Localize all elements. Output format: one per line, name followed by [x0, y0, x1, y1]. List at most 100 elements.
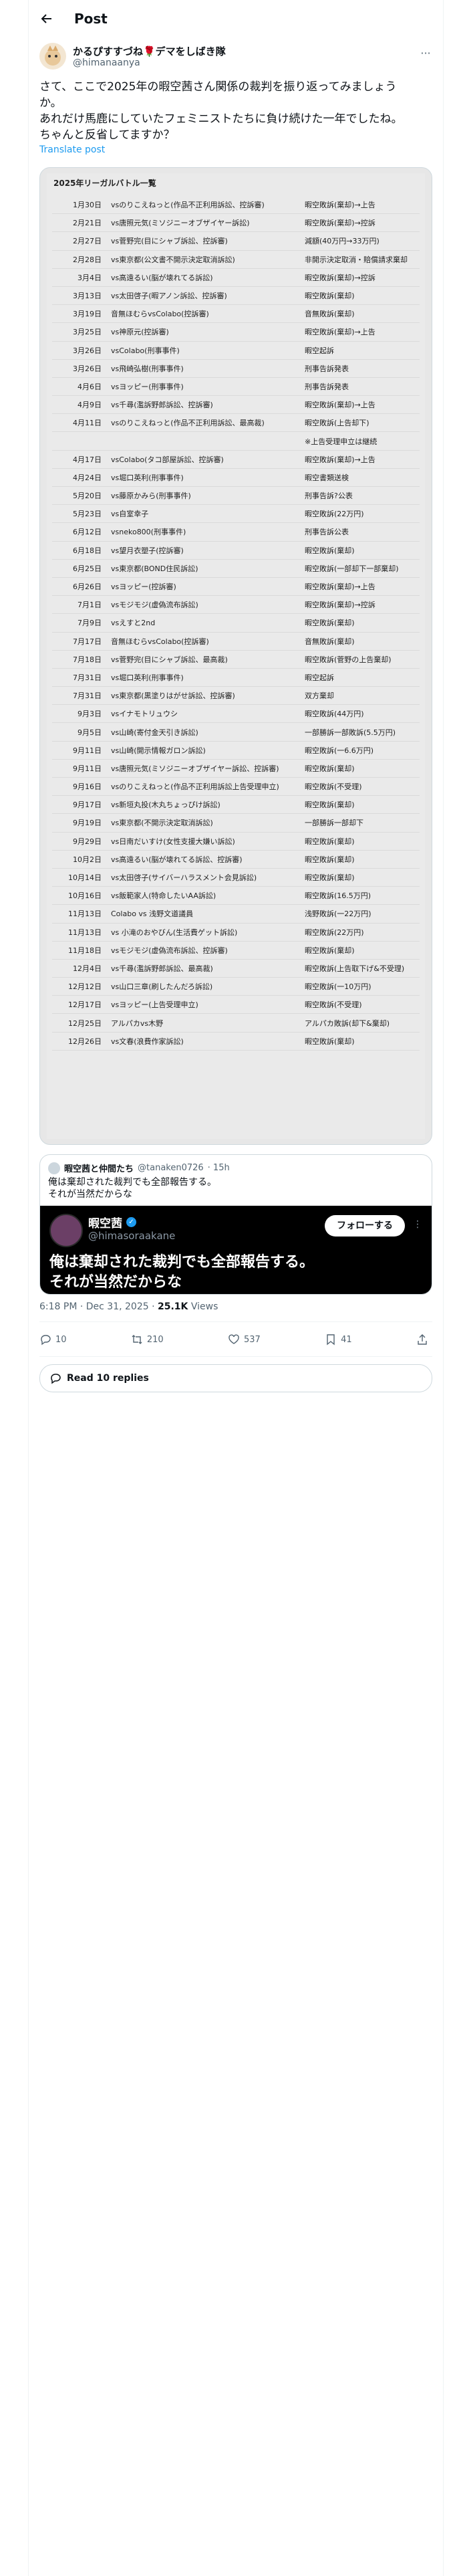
row-date: 7月31日: [73, 691, 102, 701]
action-bar: 10 210 537 41: [39, 1329, 432, 1350]
row-date: 9月16日: [73, 782, 102, 792]
row-result: 刑事告訴発表: [305, 364, 349, 373]
row-result: 暇空敗訴(不受理): [305, 782, 362, 792]
legal-battle-table: 2025年リーガルバトル一覧 1月30日 vsのりこえねっと(作品不正利用訴訟、控…: [47, 173, 425, 1139]
table-rows: 1月30日 vsのりこえねっと(作品不正利用訴訟、控訴審) 暇空敗訴(棄却)→上告 2…: [52, 196, 420, 1051]
post-line: さて、ここで2025年の暇空茜さん関係の裁判を振り返ってみましょう: [39, 80, 397, 94]
post-column: Post かるぴすすづね🌹デマをしばき隊 @himanaanya ··· さて、…: [28, 0, 444, 2576]
row-date: 9月17日: [73, 800, 102, 810]
row-result: 暇空敗訴(棄却)→上告: [305, 455, 375, 464]
like-button[interactable]: 537: [228, 1333, 261, 1346]
post-timestamp[interactable]: 6:18 PM · Dec 31, 2025 ·: [39, 1301, 158, 1312]
table-row: 7月17日 音無ほむらvsColabo(控訴審) 音無敗訴(棄却): [52, 633, 420, 651]
page: Post かるぴすすづね🌹デマをしばき隊 @himanaanya ··· さて、…: [0, 0, 451, 2576]
row-date: 2月21日: [73, 219, 102, 228]
table-row: 7月31日 vs東京都(黒塗りはがせ訴訟、控訴審) 双方棄却: [52, 687, 420, 706]
row-case: vs千尋(濫訴野郎訴訟、最高裁): [111, 964, 213, 973]
read-replies-label: Read 10 replies: [67, 1373, 149, 1384]
more-options-icon[interactable]: ···: [419, 47, 432, 60]
row-case: vsneko800(刑事事件): [111, 528, 186, 537]
row-result: 刑事告訴公表: [305, 528, 349, 537]
row-case: vsヨッピー(刑事事件): [111, 382, 184, 391]
row-date: 7月17日: [73, 637, 102, 646]
bookmark-button[interactable]: 41: [325, 1333, 352, 1346]
row-date: 6月26日: [73, 582, 102, 592]
post-line: あれだけ馬鹿にしていたフェミニストたちに負け続けた一年でしたね。: [39, 112, 403, 126]
table-row: 9月17日 vs新垣丸投(木丸ちょっぴけ訴訟) 暇空敗訴(棄却): [52, 796, 420, 815]
row-result: 暇空敗訴(22万円): [305, 510, 364, 519]
row-date: 6月25日: [73, 564, 102, 573]
table-row: 5月23日 vs自室幸子 暇空敗訴(22万円): [52, 505, 420, 524]
row-date: 3月26日: [73, 364, 102, 373]
quoted-text: 俺は棄却された裁判でも全部報告する。 それが当然だからな: [48, 1176, 216, 1200]
quoted-image-handle: @himasoraakane: [88, 1230, 176, 1242]
table-row: 10月14日 vs太田啓子(サイバーハラスメント会見訴訟) 暇空敗訴(棄却): [52, 869, 420, 887]
row-case: Colabo vs 浅野文道議員: [111, 909, 194, 919]
row-result: 暇空敗訴(棄却): [305, 800, 355, 810]
avatar[interactable]: [39, 43, 66, 70]
repost-button[interactable]: 210: [131, 1333, 164, 1346]
row-date: 9月19日: [73, 819, 102, 828]
row-date: 9月3日: [78, 710, 102, 719]
divider: [39, 1321, 432, 1322]
back-arrow-icon[interactable]: [39, 11, 54, 26]
row-case: vs望月衣塑子(控訴審): [111, 546, 184, 555]
row-date: 5月20日: [73, 492, 102, 501]
row-date: 4月24日: [73, 473, 102, 482]
row-result: 暇空敗訴(棄却)→上告: [305, 401, 375, 410]
row-date: 7月31日: [73, 673, 102, 682]
reply-icon: [41, 1335, 51, 1346]
row-result: 一部勝訴一部却下: [305, 819, 363, 828]
bookmark-count: 41: [341, 1334, 352, 1345]
row-date: 3月25日: [73, 328, 102, 337]
row-date: 11月13日: [68, 928, 102, 937]
repost-count: 210: [146, 1334, 164, 1345]
quoted-post-header: 暇空茜と仲間たち @tanaken0726 · 15h: [48, 1162, 230, 1174]
row-case: vs高遠るい(脳が壊れてる訴訟、控訴審): [111, 855, 243, 864]
row-date: 10月14日: [68, 873, 102, 883]
table-row: 6月26日 vsヨッピー(控訴審) 暇空敗訴(棄却)→上告: [52, 578, 420, 597]
repost-icon: [132, 1335, 142, 1344]
row-case: vsのりこえねっと(作品不正利用訴訟、最高裁): [111, 419, 265, 428]
chat-bubble-icon: [51, 1374, 61, 1384]
row-date: 10月16日: [68, 891, 102, 901]
quoted-image[interactable]: 暇空茜 ✓ @himasoraakane フォローする ⋮ 俺は棄却された裁判で…: [40, 1206, 432, 1294]
post-image[interactable]: 2025年リーガルバトル一覧 1月30日 vsのりこえねっと(作品不正利用訴訟、控…: [39, 167, 432, 1145]
post-text: さて、ここで2025年の暇空茜さん関係の裁判を振り返ってみましょう か。 あれだ…: [39, 79, 432, 143]
author-name[interactable]: かるぴすすづね🌹デマをしばき隊: [73, 44, 226, 58]
read-replies-button[interactable]: Read 10 replies: [39, 1364, 432, 1392]
translate-link[interactable]: Translate post: [39, 144, 105, 155]
share-button[interactable]: [416, 1333, 432, 1346]
row-case: vs飛崎弘樹(刑事事件): [111, 364, 184, 373]
row-date: 11月18日: [68, 946, 102, 955]
row-result: 暇空敗訴(棄却)→上告: [305, 328, 375, 337]
author-handle[interactable]: @himanaanya: [73, 58, 140, 68]
table-row: 3月13日 vs太田啓子(暇アノン訴訟、控訴審) 暇空敗訴(棄却): [52, 287, 420, 306]
table-row: 9月19日 vs東京都(不開示決定取消訴訟) 一部勝訴一部却下: [52, 814, 420, 833]
row-date: 12月12日: [68, 982, 102, 992]
row-result: 暇空敗訴(菅野の上告棄却): [305, 655, 392, 664]
row-case: vsイナモトリュウシ: [111, 710, 178, 719]
quoted-post[interactable]: 暇空茜と仲間たち @tanaken0726 · 15h 俺は棄却された裁判でも全…: [39, 1154, 432, 1295]
row-date: 9月29日: [73, 837, 102, 846]
row-date: 12月4日: [73, 964, 102, 973]
row-case: vs東京都(不開示決定取消訴訟): [111, 819, 213, 828]
reply-button[interactable]: 10: [39, 1333, 67, 1346]
row-result: ※上告受理申立は継続: [305, 437, 378, 446]
post-meta: 6:18 PM · Dec 31, 2025 · 25.1K Views: [39, 1301, 218, 1312]
row-case: vs山崎(開示情報ガロン訴訟): [111, 746, 206, 755]
table-row: ※上告受理申立は継続: [52, 432, 420, 451]
row-date: 12月17日: [68, 1000, 102, 1010]
row-date: 2月28日: [73, 255, 102, 264]
table-row: 3月4日 vs高遠るい(脳が壊れてる訴訟) 暇空敗訴(棄却)→控訴: [52, 269, 420, 287]
row-result: 暇空敗訴(一部却下一部棄却): [305, 564, 399, 573]
row-result: 暇空敗訴(棄却)→控訴: [305, 219, 375, 228]
row-result: 暇空敗訴(棄却): [305, 546, 355, 555]
table-row: 12月17日 vsヨッピー(上告受理申立) 暇空敗訴(不受理): [52, 996, 420, 1014]
row-case: vs堀口英利(刑事事件): [111, 473, 184, 482]
row-result: 刑事告訴?公表: [305, 492, 353, 501]
row-case: vs堀口英利(刑事事件): [111, 673, 184, 682]
quoted-line: それが当然だからな: [48, 1189, 132, 1200]
row-case: vs日南だいすけ(女性支援大嫌い訴訟): [111, 837, 235, 846]
table-row: 11月13日 vs 小滝のおやびん(生活費ゲット訴訟) 暇空敗訴(22万円): [52, 924, 420, 942]
